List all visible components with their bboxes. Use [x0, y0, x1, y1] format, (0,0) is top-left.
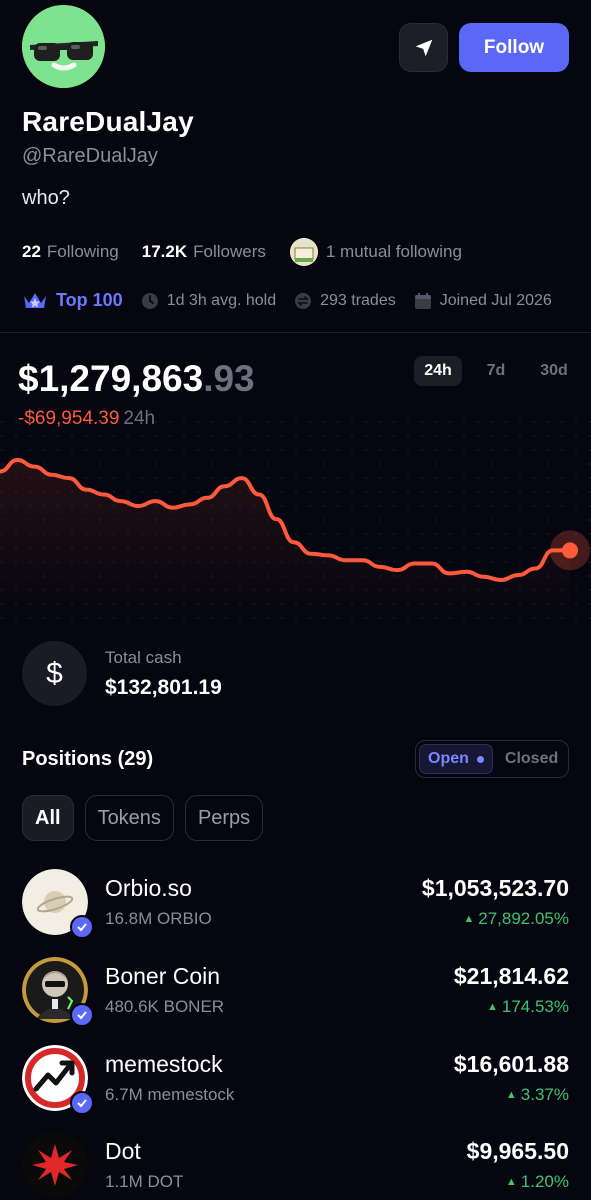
position-change-value: 27,892.05% [478, 909, 569, 928]
verified-badge-icon [70, 915, 94, 939]
balance-cents: .93 [203, 358, 255, 399]
range-tab-30d[interactable]: 30d [530, 356, 578, 386]
position-filters: All Tokens Perps [22, 795, 274, 841]
display-name: RareDualJay [22, 106, 194, 137]
follow-button[interactable]: Follow [459, 23, 569, 72]
filter-perps[interactable]: Perps [184, 795, 264, 841]
position-row[interactable]: memestock 6.7M memestock $16,601.88 ▲ 3.3… [22, 1045, 569, 1115]
section-divider [0, 332, 591, 333]
followers-stat[interactable]: 17.2K Followers [142, 242, 266, 262]
position-row[interactable]: Boner Coin 480.6K BONER $21,814.62 ▲ 174.… [22, 957, 569, 1027]
cash-value: $132,801.19 [105, 676, 222, 699]
position-change-value: 1.20% [520, 1172, 569, 1191]
position-name: Orbio.so [105, 875, 192, 901]
cash-label: Total cash [105, 648, 182, 667]
trades-text: 293 trades [320, 291, 396, 309]
trade-count: 293 trades [294, 292, 396, 310]
verified-badge-icon [70, 1091, 94, 1115]
portfolio-balance: $1,279,863.93 [18, 358, 255, 400]
position-row[interactable]: Orbio.so 16.8M ORBIO $1,053,523.70 ▲ 27,8… [22, 869, 569, 939]
position-change-value: 174.53% [501, 997, 569, 1016]
crown-star-icon [22, 291, 48, 311]
position-change: ▲ 27,892.05% [463, 909, 569, 929]
positions-title: Positions (29) [22, 748, 154, 770]
filter-all[interactable]: All [22, 795, 74, 841]
position-amount: 16.8M ORBIO [105, 909, 212, 928]
range-tabs: 24h 7d 30d [414, 356, 588, 386]
profile-avatar[interactable] [22, 5, 105, 88]
mutual-avatar [289, 238, 318, 266]
portfolio-chart[interactable] [0, 420, 591, 620]
position-row[interactable]: Dot 1.1M DOT $9,965.50 ▲ 1.20% [22, 1132, 569, 1200]
avg-hold: 1d 3h avg. hold [141, 292, 276, 310]
position-name: memestock [105, 1051, 223, 1077]
profile-meta: Top 100 1d 3h avg. hold 293 trades Joine… [22, 290, 570, 311]
position-value: $21,814.62 [453, 963, 569, 989]
chart-end-point [562, 542, 578, 559]
open-closed-toggle: Open Closed [415, 740, 569, 778]
up-triangle-icon: ▲ [463, 913, 475, 925]
position-change: ▲ 1.20% [506, 1172, 569, 1192]
position-value: $16,601.88 [453, 1051, 569, 1077]
range-tab-24h[interactable]: 24h [414, 356, 462, 386]
rank-badge[interactable]: Top 100 [22, 290, 123, 311]
position-amount: 1.1M DOT [105, 1172, 184, 1191]
share-button[interactable] [399, 23, 448, 72]
position-amount: 480.6K BONER [105, 997, 225, 1016]
active-dot-icon [476, 755, 484, 763]
avg-hold-text: 1d 3h avg. hold [166, 291, 277, 309]
following-count: 22 [22, 242, 41, 261]
up-triangle-icon: ▲ [486, 1001, 498, 1013]
send-icon [415, 39, 432, 56]
position-change: ▲ 3.37% [506, 1085, 569, 1105]
followers-count: 17.2K [141, 242, 188, 261]
toggle-open[interactable]: Open [419, 744, 493, 774]
social-stats: 22 Following 17.2K Followers 1 mutual foll… [22, 238, 462, 266]
following-stat[interactable]: 22 Following [22, 242, 119, 262]
burst-icon [22, 1132, 88, 1198]
swap-icon [294, 292, 312, 310]
rank-label: Top 100 [56, 290, 123, 310]
position-change: ▲ 174.53% [487, 997, 569, 1017]
toggle-open-label: Open [428, 750, 469, 767]
clock-icon [141, 292, 159, 310]
calendar-icon [414, 292, 432, 310]
position-value: $9,965.50 [466, 1138, 569, 1164]
position-value: $1,053,523.70 [421, 875, 569, 901]
up-triangle-icon: ▲ [505, 1089, 517, 1101]
profile-bio: who? [22, 187, 70, 209]
verified-badge-icon [70, 1003, 94, 1027]
following-label: Following [46, 242, 119, 261]
mutual-following[interactable]: 1 mutual following [326, 242, 462, 262]
join-date: Joined Jul 2026 [414, 292, 552, 310]
position-name: Dot [105, 1138, 141, 1164]
range-tab-7d[interactable]: 7d [472, 356, 520, 386]
balance-main: $1,279,863 [18, 358, 204, 399]
user-handle: @RareDualJay [22, 145, 158, 167]
followers-label: Followers [193, 242, 266, 261]
toggle-closed[interactable]: Closed [497, 744, 566, 774]
position-amount: 6.7M memestock [105, 1085, 235, 1104]
cash-icon: $ [22, 641, 87, 706]
joined-text: Joined Jul 2026 [439, 291, 552, 309]
position-name: Boner Coin [105, 963, 221, 989]
sunglasses-icon [22, 5, 105, 88]
filter-tokens[interactable]: Tokens [84, 795, 174, 841]
up-triangle-icon: ▲ [505, 1176, 517, 1188]
position-change-value: 3.37% [520, 1085, 569, 1104]
